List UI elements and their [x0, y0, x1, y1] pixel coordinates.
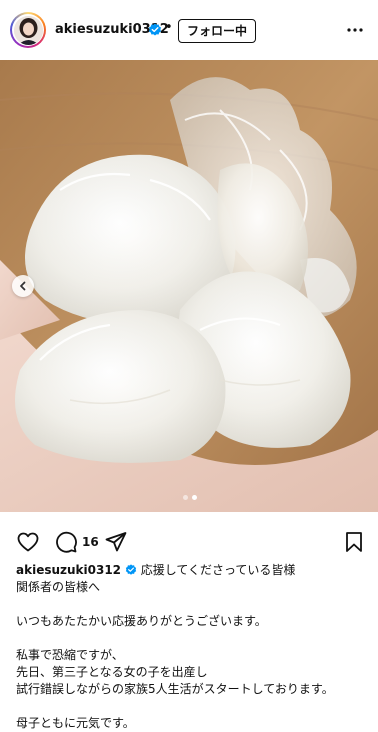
avatar[interactable] [10, 12, 46, 48]
carousel-dot-active [192, 495, 197, 500]
comment-icon[interactable] [54, 530, 78, 554]
caption-text: 先日、第三子となる女の子を出産し [16, 665, 208, 679]
caption-text: 関係者の皆様へ [16, 580, 101, 594]
following-button[interactable]: フォロー中 [178, 19, 257, 43]
post-caption: akiesuzuki0312 応援してくださっている皆様 関係者の皆様へ いつも… [16, 562, 366, 732]
paper-plane-icon[interactable] [104, 530, 128, 554]
post-header: akiesuzuki0312 • フォロー中 [0, 0, 378, 60]
heart-icon[interactable] [16, 530, 40, 554]
more-options-icon[interactable] [346, 24, 364, 36]
caption-text: いつもあたたかい応援ありがとうございます。 [16, 614, 267, 628]
avatar-photo [13, 15, 43, 45]
comment-count: 16 [82, 535, 99, 549]
carousel-prev-button[interactable] [12, 275, 34, 297]
verified-badge-icon [125, 564, 137, 575]
verified-badge-icon [149, 23, 161, 36]
caption-text: 母子ともに元気です。 [16, 716, 135, 730]
caption-username[interactable]: akiesuzuki0312 [16, 563, 121, 577]
post-actions: 16 [0, 526, 378, 558]
carousel-dot [183, 495, 188, 500]
post-photo[interactable] [0, 60, 378, 512]
rice-balls-photo [0, 60, 378, 512]
bookmark-icon[interactable] [342, 530, 366, 554]
caption-text: 試行錯誤しながらの家族5人生活がスタートしております。 [16, 682, 334, 696]
caption-first-line: akiesuzuki0312 応援してくださっている皆様 [16, 562, 366, 579]
chevron-left-icon [20, 281, 26, 291]
carousel-indicator [183, 495, 197, 500]
separator-dot: • [165, 20, 173, 35]
caption-text: 応援してくださっている皆様 [140, 563, 296, 577]
caption-text: 私事で恐縮ですが、 [16, 648, 124, 662]
